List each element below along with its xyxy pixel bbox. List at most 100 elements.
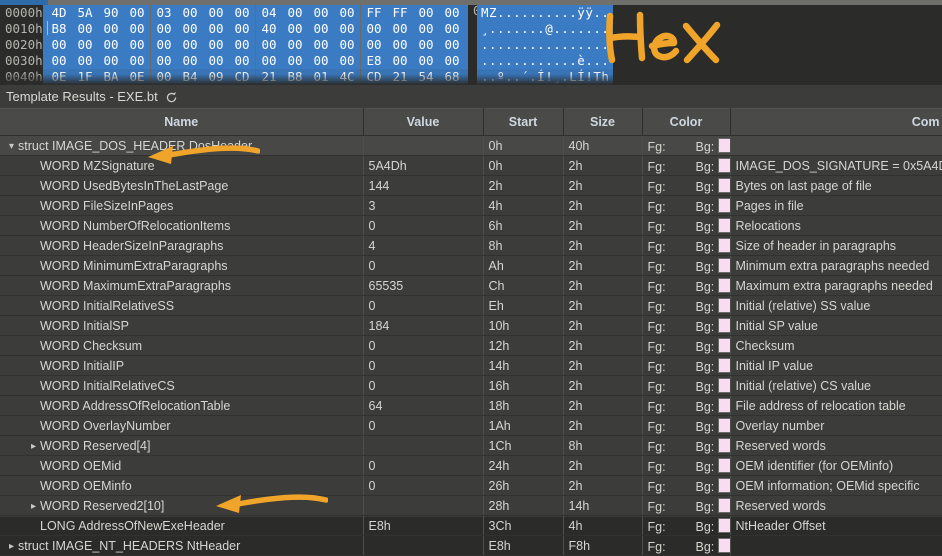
cell-value[interactable]: 0 xyxy=(363,335,484,356)
hex-byte[interactable]: 00 xyxy=(203,37,229,53)
column-header-comment[interactable]: Com xyxy=(730,108,942,136)
hex-byte[interactable]: 00 xyxy=(151,37,177,53)
cell-value[interactable]: 0 xyxy=(363,475,484,496)
bg-label[interactable]: Bg: xyxy=(696,440,715,454)
hex-byte[interactable]: 00 xyxy=(439,37,465,53)
hex-byte[interactable]: 4D xyxy=(46,5,72,21)
table-row[interactable]: LONG AddressOfNewExeHeader E8h 3Ch 4h Fg: Bg:… xyxy=(0,515,942,536)
hex-row-bytes[interactable]: B8 00 00 00 00 00 00 00 40 00 00 00 00 00 00 00 xyxy=(43,21,468,37)
hex-byte-grid[interactable]: 0000h 4D 5A 90 00 03 00 00 00 04 00 00 00 FF FF 00 00 MZ.… xyxy=(0,5,614,85)
cell-color[interactable]: Fg: Bg: xyxy=(642,335,731,356)
hex-row-ascii[interactable]: ..º..´.Í!¸.LÍ!Th xyxy=(477,69,614,85)
color-swatch[interactable] xyxy=(718,137,729,153)
fg-label[interactable]: Fg: xyxy=(648,540,696,554)
color-swatch[interactable] xyxy=(718,437,729,453)
hex-row-ascii[interactable]: ............è... xyxy=(477,53,614,69)
hex-byte[interactable]: 00 xyxy=(308,5,334,21)
color-swatch[interactable] xyxy=(718,457,729,473)
hex-byte[interactable]: FF xyxy=(361,5,387,21)
bg-label[interactable]: Bg: xyxy=(696,460,715,474)
table-row[interactable]: WORD UsedBytesInTheLastPage 144 2h 2h Fg: Bg:… xyxy=(0,175,942,196)
cell-value[interactable]: 184 xyxy=(363,315,484,336)
cell-color[interactable]: Fg: Bg: xyxy=(642,515,731,536)
cell-value[interactable] xyxy=(363,495,484,516)
hex-byte[interactable]: 00 xyxy=(151,69,177,85)
cell-color[interactable]: Fg: Bg: xyxy=(642,375,731,396)
cell-value[interactable]: 0 xyxy=(363,255,484,276)
hex-editor-pane[interactable]: 0123456789ABCDEF0123456789ABCDEF 0000h4D… xyxy=(0,0,942,85)
hex-byte[interactable]: 00 xyxy=(308,21,334,37)
cell-name[interactable]: WORD InitialRelativeSS xyxy=(0,295,364,316)
cell-color[interactable]: Fg: Bg: xyxy=(642,495,731,516)
hex-byte[interactable]: 03 xyxy=(151,5,177,21)
cell-value[interactable]: 5A4Dh xyxy=(363,155,484,176)
hex-byte[interactable]: 00 xyxy=(46,37,72,53)
hex-byte[interactable]: 00 xyxy=(282,53,308,69)
cell-value[interactable]: 144 xyxy=(363,175,484,196)
cell-color[interactable]: Fg: Bg: xyxy=(642,135,731,156)
hex-byte[interactable]: 00 xyxy=(413,37,439,53)
bg-label[interactable]: Bg: xyxy=(696,500,715,514)
cell-name[interactable]: WORD InitialSP xyxy=(0,315,364,336)
table-body[interactable]: ▾ struct IMAGE_DOS_HEADER DosHeader 0h 40h F… xyxy=(0,135,942,556)
table-row[interactable]: WORD InitialRelativeSS 0 Eh 2h Fg: Bg: Initial… xyxy=(0,295,942,316)
bg-label[interactable]: Bg: xyxy=(696,540,715,554)
hex-byte[interactable]: 21 xyxy=(256,69,282,85)
fg-label[interactable]: Fg: xyxy=(648,280,696,294)
hex-row-bytes[interactable]: 0E 1F BA 0E 00 B4 09 CD 21 B8 01 4C CD 21 54 68 xyxy=(43,69,468,85)
cell-name[interactable]: WORD Checksum xyxy=(0,335,364,356)
cell-name[interactable]: WORD FileSizeInPages xyxy=(0,195,364,216)
hex-byte[interactable]: 00 xyxy=(72,37,98,53)
table-row[interactable]: ▸ WORD Reserved2[10] 28h 14h Fg: Bg: Reserved … xyxy=(0,495,942,516)
cell-value[interactable]: 0 xyxy=(363,415,484,436)
cell-name[interactable]: WORD MinimumExtraParagraphs xyxy=(0,255,364,276)
hex-byte[interactable]: 00 xyxy=(229,37,255,53)
column-header-start[interactable]: Start xyxy=(483,108,564,136)
cell-name[interactable]: WORD InitialIP xyxy=(0,355,364,376)
hex-byte[interactable]: FF xyxy=(387,5,413,21)
hex-byte[interactable]: 00 xyxy=(256,37,282,53)
hex-byte[interactable]: CD xyxy=(229,69,255,85)
hex-byte[interactable]: E8 xyxy=(361,53,387,69)
cell-color[interactable]: Fg: Bg: xyxy=(642,215,731,236)
cell-name[interactable]: ▾ struct IMAGE_DOS_HEADER DosHeader xyxy=(0,135,364,156)
hex-byte[interactable]: 00 xyxy=(177,37,203,53)
fg-label[interactable]: Fg: xyxy=(648,320,696,334)
cell-name[interactable]: WORD OEMid xyxy=(0,455,364,476)
hex-byte[interactable]: 00 xyxy=(124,37,150,53)
hex-byte[interactable]: 0E xyxy=(124,69,150,85)
color-swatch[interactable] xyxy=(718,317,729,333)
cell-value[interactable]: 64 xyxy=(363,395,484,416)
color-swatch[interactable] xyxy=(718,157,729,173)
fg-label[interactable]: Fg: xyxy=(648,440,696,454)
cell-value[interactable]: 3 xyxy=(363,195,484,216)
hex-byte[interactable]: 00 xyxy=(282,37,308,53)
color-swatch[interactable] xyxy=(718,217,729,233)
hex-byte[interactable]: 00 xyxy=(282,5,308,21)
table-row[interactable]: WORD AddressOfRelocationTable 64 18h 2h Fg: B… xyxy=(0,395,942,416)
cell-name[interactable]: LONG AddressOfNewExeHeader xyxy=(0,515,364,536)
bg-label[interactable]: Bg: xyxy=(696,260,715,274)
chevron-collapsed-icon[interactable]: ▸ xyxy=(27,501,40,512)
hex-byte[interactable]: 54 xyxy=(413,69,439,85)
hex-byte[interactable]: 00 xyxy=(229,21,255,37)
color-swatch[interactable] xyxy=(718,357,729,373)
hex-byte[interactable]: BA xyxy=(98,69,124,85)
hex-byte[interactable]: 40 xyxy=(256,21,282,37)
table-row[interactable]: WORD InitialSP 184 10h 2h Fg: Bg: Initial SP v… xyxy=(0,315,942,336)
table-row[interactable]: WORD Checksum 0 12h 2h Fg: Bg: Checksum xyxy=(0,335,942,356)
cell-value[interactable] xyxy=(363,435,484,456)
cell-name[interactable]: WORD HeaderSizeInParagraphs xyxy=(0,235,364,256)
hex-row-bytes[interactable]: 00 00 00 00 00 00 00 00 00 00 00 00 E8 00 00 00 xyxy=(43,53,468,69)
cell-name[interactable]: WORD InitialRelativeCS xyxy=(0,375,364,396)
hex-byte[interactable]: 5A xyxy=(72,5,98,21)
color-swatch[interactable] xyxy=(718,197,729,213)
hex-byte[interactable]: 00 xyxy=(334,53,360,69)
cell-color[interactable]: Fg: Bg: xyxy=(642,455,731,476)
hex-byte[interactable]: 00 xyxy=(151,53,177,69)
table-row[interactable]: WORD FileSizeInPages 3 4h 2h Fg: Bg: Pages in … xyxy=(0,195,942,216)
cell-color[interactable]: Fg: Bg: xyxy=(642,435,731,456)
cell-name[interactable]: ▸ WORD Reserved2[10] xyxy=(0,495,364,516)
bg-label[interactable]: Bg: xyxy=(696,520,715,534)
hex-byte[interactable]: 00 xyxy=(334,21,360,37)
